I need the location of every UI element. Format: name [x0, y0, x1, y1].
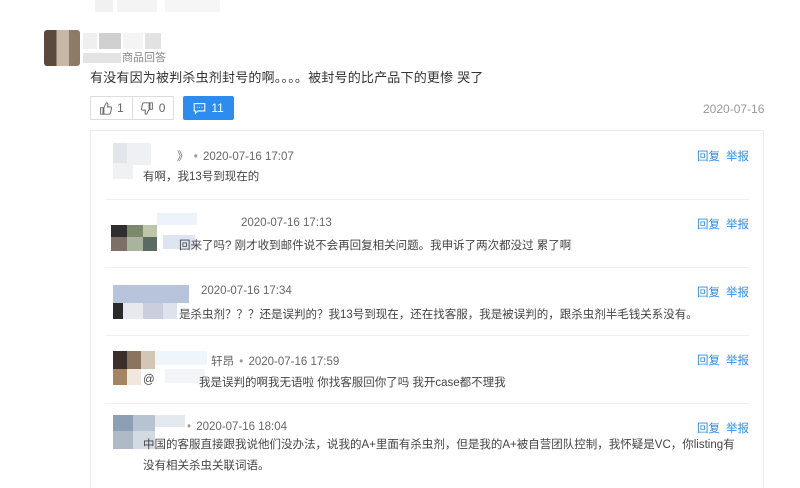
reply-text: 有啊，我13号到现在的	[143, 171, 260, 183]
reply-header: 2020-07-16 17:13	[241, 217, 332, 229]
reply-item: 》 • 2020-07-16 17:07 有啊，我13号到现在的 回复 举报	[91, 131, 763, 200]
reply-item: 2020-07-16 17:13 回来了吗? 刚才收到邮件说不会再回复相关问题。…	[91, 199, 763, 268]
post-source: 商品回答	[122, 52, 166, 64]
reply-item: 轩昂 • 2020-07-16 17:59 @ 我是误判的啊我无语啦 你找客服回…	[91, 335, 763, 404]
reply-button[interactable]: 回复	[697, 151, 720, 163]
reply-actions: 回复 举报	[691, 284, 749, 300]
reply-actions: 回复 举报	[691, 352, 749, 368]
like-count: 1	[117, 101, 124, 115]
reply-button[interactable]: 回复	[697, 219, 720, 231]
previous-content-fade	[95, 0, 225, 14]
dislike-button[interactable]: 0	[131, 96, 175, 120]
reply-actions: 回复 举报	[691, 420, 749, 436]
report-button[interactable]: 举报	[726, 287, 749, 299]
reply-text: 是杀虫剂？？？还是误判的？我13号到现在，还在找客服，我是被误判的，跟杀虫剂半毛…	[179, 309, 698, 321]
reply-time: 2020-07-16 17:07	[202, 151, 294, 163]
reply-button[interactable]: 回复	[697, 355, 720, 367]
reply-time: 2020-07-16 18:04	[196, 421, 288, 433]
reply-button[interactable]: 回复	[697, 287, 720, 299]
reply-time: 2020-07-16 17:13	[241, 217, 332, 229]
report-button[interactable]: 举报	[726, 355, 749, 367]
reply-mention[interactable]: @	[143, 374, 155, 386]
reply-header: 轩昂 • 2020-07-16 17:59	[211, 356, 340, 368]
reply-time: 2020-07-16 17:59	[248, 356, 340, 368]
comment-icon	[194, 102, 206, 115]
post-avatar[interactable]	[44, 30, 80, 66]
report-button[interactable]: 举报	[726, 423, 749, 435]
reply-text: 我是误判的啊我无语啦 你找客服回你了吗 我开case都不理我	[199, 377, 506, 389]
comments-button[interactable]: 11	[183, 96, 234, 120]
reply-text: 中国的客服直接跟我说他们没办法，说我的A+里面有杀虫剂，但是我的A+被自营团队控…	[143, 439, 735, 472]
post-actions: 1 0 11	[90, 96, 234, 120]
reply-avatar[interactable]	[113, 349, 209, 389]
reply-actions: 回复 举报	[691, 216, 749, 232]
report-button[interactable]: 举报	[726, 151, 749, 163]
reply-header: • 2020-07-16 18:04	[187, 421, 288, 433]
thumbs-up-icon	[100, 101, 112, 115]
post-date: 2020-07-16	[703, 102, 765, 116]
reply-time: 2020-07-16 17:34	[201, 285, 292, 297]
reply-text: 回来了吗? 刚才收到邮件说不会再回复相关问题。我申诉了两次都没过 累了啊	[179, 240, 572, 252]
report-button[interactable]: 举报	[726, 219, 749, 231]
reply-item: 2020-07-16 17:34 是杀虫剂？？？还是误判的？我13号到现在，还在…	[91, 267, 763, 336]
reply-header: 2020-07-16 17:34	[201, 285, 292, 297]
thumbs-down-icon	[140, 101, 153, 115]
reply-header: 》 • 2020-07-16 17:07	[177, 151, 294, 163]
like-button[interactable]: 1	[90, 96, 133, 120]
reply-button[interactable]: 回复	[697, 423, 720, 435]
post-text: 有没有因为被判杀虫剂封号的啊。。。。被封号的比产品下的更惨 哭了	[90, 70, 484, 85]
reply-item: • 2020-07-16 18:04 中国的客服直接跟我说他们没办法，说我的A+…	[91, 403, 763, 488]
reply-author[interactable]: 轩昂	[211, 356, 234, 368]
dislike-count: 0	[158, 101, 166, 115]
post-meta: 商品回答	[83, 49, 166, 65]
comment-count: 11	[211, 101, 224, 115]
reply-author[interactable]: 》	[177, 151, 189, 163]
post-username-blurred	[83, 33, 163, 49]
replies-panel: 》 • 2020-07-16 17:07 有啊，我13号到现在的 回复 举报 20…	[90, 130, 764, 488]
reply-actions: 回复 举报	[691, 148, 749, 164]
